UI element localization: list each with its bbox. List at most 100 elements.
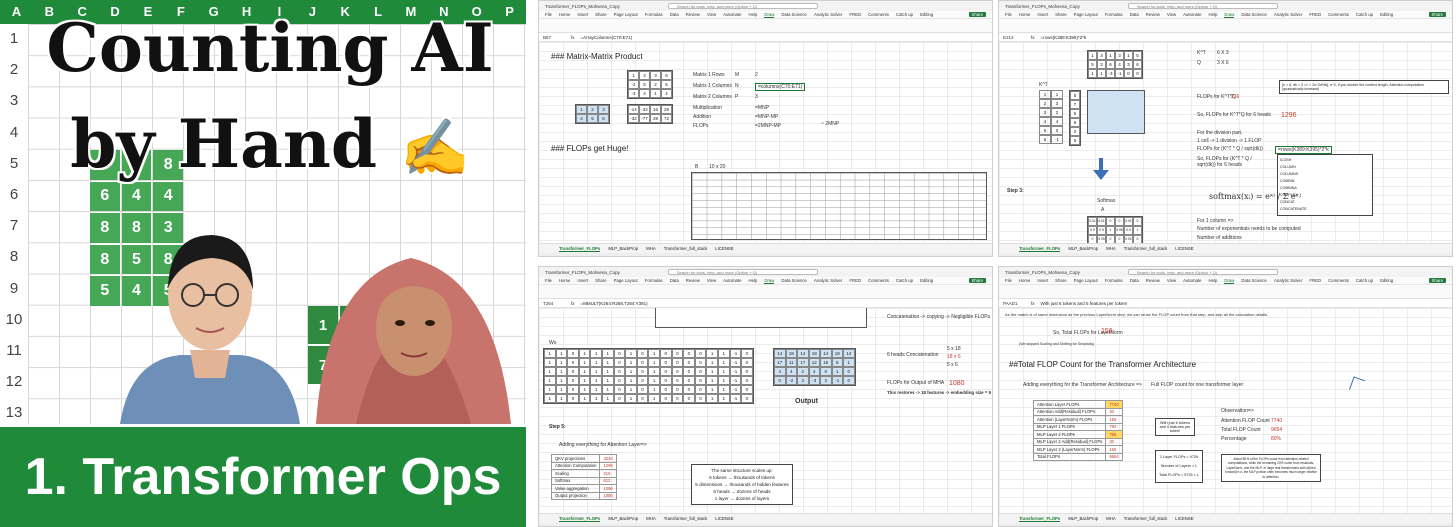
ribbon-tab-formulas[interactable]: Formulas xyxy=(645,278,663,283)
ribbon-tab-formulas[interactable]: Formulas xyxy=(645,12,663,17)
ribbon-tab-file[interactable]: File xyxy=(1005,12,1012,17)
sheet-tab-mlp-backprop[interactable]: MLP_BackProp xyxy=(1068,246,1098,251)
ribbon-tab-view[interactable]: View xyxy=(707,278,716,283)
ribbon-tab-review[interactable]: Review xyxy=(686,278,700,283)
comments-button[interactable]: Comments xyxy=(1328,278,1349,283)
name-box[interactable]: PAAD1 xyxy=(1003,301,1025,306)
ribbon-tab-home[interactable]: Home xyxy=(1019,12,1030,17)
ribbon-tab-home[interactable]: Home xyxy=(559,278,570,283)
sheet-tab-transformer-flops[interactable]: Transformer_FLOPs xyxy=(559,516,601,522)
ribbon-tab-automate[interactable]: Automate xyxy=(723,12,741,17)
sheet-tab-license[interactable]: LICENSE xyxy=(1175,516,1193,521)
ribbon-tab-page-layout[interactable]: Page Layout xyxy=(614,12,638,17)
ribbon-tab-share[interactable]: Share xyxy=(1055,12,1066,17)
ribbon-tab-share[interactable]: Share xyxy=(595,12,606,17)
formula-input[interactable]: =MMULT(K264:R268,T264:Y381) xyxy=(581,301,648,306)
name-box[interactable]: E213 xyxy=(1003,35,1025,40)
catch-up-button[interactable]: Catch up xyxy=(896,278,913,283)
sheet-tab-mha[interactable]: MHA xyxy=(1106,246,1116,251)
sheet-tab-license[interactable]: LICENSE xyxy=(715,246,733,251)
ribbon-tab-data[interactable]: Data xyxy=(1130,278,1139,283)
ribbon-tab-view[interactable]: View xyxy=(1167,12,1176,17)
comments-button[interactable]: Comments xyxy=(1328,12,1349,17)
ribbon-tab-page-layout[interactable]: Page Layout xyxy=(1074,12,1098,17)
autocomplete-item[interactable]: COLUMNS xyxy=(1280,171,1370,178)
sheet-tab-transformer-full-stack[interactable]: Transformer_full_stack xyxy=(1124,516,1168,521)
ribbon-tab-fred[interactable]: FRED xyxy=(1309,12,1321,17)
ribbon-tab-page-layout[interactable]: Page Layout xyxy=(614,278,638,283)
ribbon-tab-insert[interactable]: Insert xyxy=(577,278,588,283)
ribbon-tab-view[interactable]: View xyxy=(1167,278,1176,283)
sheet-tab-transformer-full-stack[interactable]: Transformer_full_stack xyxy=(664,246,708,251)
ribbon-tab-home[interactable]: Home xyxy=(1019,278,1030,283)
name-box[interactable]: T264 xyxy=(543,301,565,306)
ribbon-tab-fred[interactable]: FRED xyxy=(849,278,861,283)
ribbon-tab-share[interactable]: Share xyxy=(1055,278,1066,283)
ribbon-tab-insert[interactable]: Insert xyxy=(577,12,588,17)
autocomplete-item[interactable]: COMBINA xyxy=(1280,185,1370,192)
ribbon-tab-review[interactable]: Review xyxy=(1146,12,1160,17)
editing-button[interactable]: Editing xyxy=(1380,278,1393,283)
ribbon-tab-automate[interactable]: Automate xyxy=(1183,278,1201,283)
search-input[interactable]: Search for tools, help, and more (Option… xyxy=(667,3,818,9)
ribbon-tab-file[interactable]: File xyxy=(545,278,552,283)
formula-input[interactable]: With just 6 tokens and 5 features per to… xyxy=(1041,301,1128,306)
ribbon-tab-data[interactable]: Data xyxy=(670,278,679,283)
ribbon-tab-analytic-solver[interactable]: Analytic Solver xyxy=(814,278,842,283)
ribbon-tab-data-science[interactable]: Data Science xyxy=(1241,278,1267,283)
ribbon-tab-draw[interactable]: Draw xyxy=(764,278,775,284)
ribbon-tab-help[interactable]: Help xyxy=(749,12,758,17)
ribbon-tab-data[interactable]: Data xyxy=(670,12,679,17)
share-button[interactable]: Share xyxy=(968,278,986,283)
sheet-tab-transformer-flops[interactable]: Transformer_FLOPs xyxy=(559,246,601,252)
editing-button[interactable]: Editing xyxy=(920,278,933,283)
catch-up-button[interactable]: Catch up xyxy=(1356,12,1373,17)
ribbon-tab-fred[interactable]: FRED xyxy=(849,12,861,17)
ribbon-tab-formulas[interactable]: Formulas xyxy=(1105,12,1123,17)
ribbon-tab-help[interactable]: Help xyxy=(1209,12,1218,17)
ribbon-tab-home[interactable]: Home xyxy=(559,12,570,17)
ribbon-tab-automate[interactable]: Automate xyxy=(1183,12,1201,17)
sheet-tab-transformer-flops[interactable]: Transformer_FLOPs xyxy=(1019,516,1061,522)
search-input[interactable]: Search for tools, help, and more (Option… xyxy=(1127,3,1278,9)
ribbon-tab-file[interactable]: File xyxy=(545,12,552,17)
sheet-tab-transformer-full-stack[interactable]: Transformer_full_stack xyxy=(664,516,708,521)
sheet-tab-mha[interactable]: MHA xyxy=(1106,516,1116,521)
ribbon-tab-analytic-solver[interactable]: Analytic Solver xyxy=(1274,278,1302,283)
ribbon-tab-data-science[interactable]: Data Science xyxy=(1241,12,1267,17)
search-input[interactable]: Search for tools, help, and more (Option… xyxy=(667,269,818,275)
sheet-tab-transformer-flops[interactable]: Transformer_FLOPs xyxy=(1019,246,1061,252)
ribbon-tab-help[interactable]: Help xyxy=(1209,278,1218,283)
comments-button[interactable]: Comments xyxy=(868,12,889,17)
autocomplete-item[interactable]: CONCATENATE xyxy=(1280,206,1370,213)
sheet-tab-mlp-backprop[interactable]: MLP_BackProp xyxy=(1068,516,1098,521)
ribbon-tab-view[interactable]: View xyxy=(707,12,716,17)
ribbon-tab-data-science[interactable]: Data Science xyxy=(781,12,807,17)
ribbon-tab-draw[interactable]: Draw xyxy=(1224,278,1235,284)
ribbon-tab-insert[interactable]: Insert xyxy=(1037,12,1048,17)
ribbon-tab-share[interactable]: Share xyxy=(595,278,606,283)
sheet-tab-license[interactable]: LICENSE xyxy=(715,516,733,521)
ribbon-tab-fred[interactable]: FRED xyxy=(1309,278,1321,283)
ribbon-tab-draw[interactable]: Draw xyxy=(764,12,775,18)
autocomplete-item[interactable]: ICOSH xyxy=(1280,157,1370,164)
sheet-tab-license[interactable]: LICENSE xyxy=(1175,246,1193,251)
share-button[interactable]: Share xyxy=(968,12,986,17)
formula-input[interactable]: =rows(K389:K395)*2*k xyxy=(1041,35,1087,40)
share-button[interactable]: Share xyxy=(1428,12,1446,17)
editing-button[interactable]: Editing xyxy=(1380,12,1393,17)
ribbon-tab-review[interactable]: Review xyxy=(1146,278,1160,283)
autocomplete-item[interactable]: COMBIN xyxy=(1280,178,1370,185)
ribbon-tab-help[interactable]: Help xyxy=(749,278,758,283)
search-input[interactable]: Search for tools, help, and more (Option… xyxy=(1127,269,1278,275)
sheet-tab-mlp-backprop[interactable]: MLP_BackProp xyxy=(608,516,638,521)
sheet-tab-mlp-backprop[interactable]: MLP_BackProp xyxy=(608,246,638,251)
ribbon-tab-data[interactable]: Data xyxy=(1130,12,1139,17)
name-box[interactable]: B67 xyxy=(543,35,565,40)
sheet-tab-mha[interactable]: MHA xyxy=(646,246,656,251)
comments-button[interactable]: Comments xyxy=(868,278,889,283)
ribbon-tab-draw[interactable]: Draw xyxy=(1224,12,1235,18)
ribbon-tab-automate[interactable]: Automate xyxy=(723,278,741,283)
sheet-tab-mha[interactable]: MHA xyxy=(646,516,656,521)
share-button[interactable]: Share xyxy=(1428,278,1446,283)
